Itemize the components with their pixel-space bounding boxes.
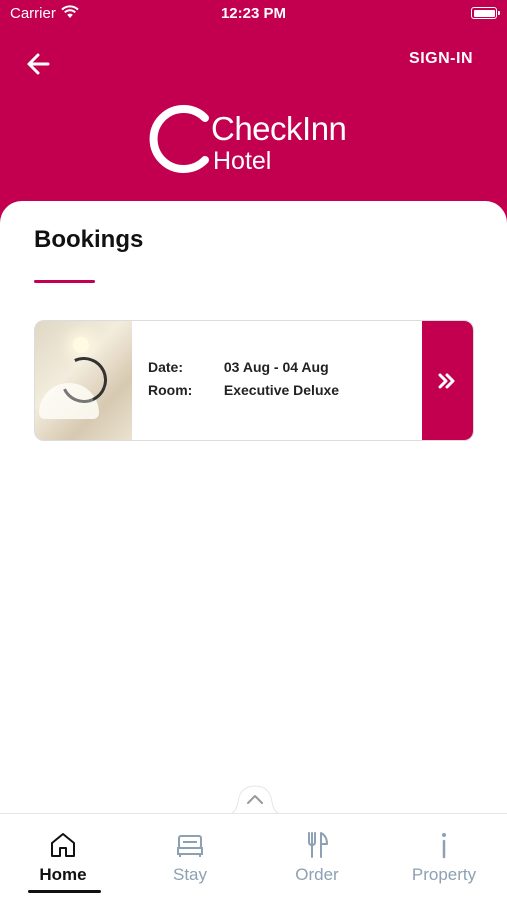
date-label: Date: [148, 359, 184, 375]
logo-brand-name: CheckInn [211, 110, 347, 147]
tab-home[interactable]: Home [0, 814, 126, 900]
booking-room-row: Room: Executive Deluxe [148, 382, 339, 405]
bottom-tab-bar: Home Stay Order Property [0, 813, 507, 900]
signin-button[interactable]: SIGN-IN [409, 50, 473, 68]
battery-icon [471, 7, 500, 19]
status-bar: Carrier 12:23 PM [0, 0, 507, 28]
status-time: 12:23 PM [220, 5, 287, 22]
booking-card[interactable]: Date: 03 Aug - 04 Aug Room: Executive De… [34, 320, 474, 441]
title-underline [34, 280, 95, 283]
active-tab-indicator [28, 890, 101, 893]
sheet-handle-chevron-up-icon[interactable] [228, 784, 282, 814]
tab-order[interactable]: Order [254, 814, 380, 900]
main-content: Bookings Date: 03 Aug - 04 Aug Room: Exe… [0, 201, 507, 821]
tab-label-stay: Stay [172, 865, 208, 884]
tab-label-home: Home [39, 865, 87, 884]
fork-knife-icon [308, 832, 328, 858]
bed-icon [177, 835, 203, 857]
logo-brand-sub: Hotel [213, 147, 272, 175]
booking-date-row: Date: 03 Aug - 04 Aug [148, 359, 339, 382]
room-label: Room: [148, 382, 193, 398]
page-title: Bookings [34, 226, 144, 253]
tab-label-order: Order [295, 865, 339, 884]
checkinn-logo: CheckInn Hotel [145, 100, 375, 180]
booking-details-button[interactable] [422, 321, 473, 440]
info-icon [442, 833, 446, 859]
room-thumbnail [35, 321, 132, 440]
back-button[interactable] [22, 49, 56, 79]
room-value: Executive Deluxe [223, 382, 340, 398]
tab-label-property: Property [411, 865, 477, 884]
double-chevron-right-icon [438, 373, 455, 389]
arrow-left-icon [27, 53, 50, 75]
date-value: 03 Aug - 04 Aug [223, 359, 329, 375]
logo-c-mark [149, 105, 209, 173]
tab-property[interactable]: Property [381, 814, 507, 900]
home-icon [51, 833, 75, 857]
booking-info: Date: 03 Aug - 04 Aug Room: Executive De… [148, 359, 339, 405]
tab-stay[interactable]: Stay [127, 814, 253, 900]
